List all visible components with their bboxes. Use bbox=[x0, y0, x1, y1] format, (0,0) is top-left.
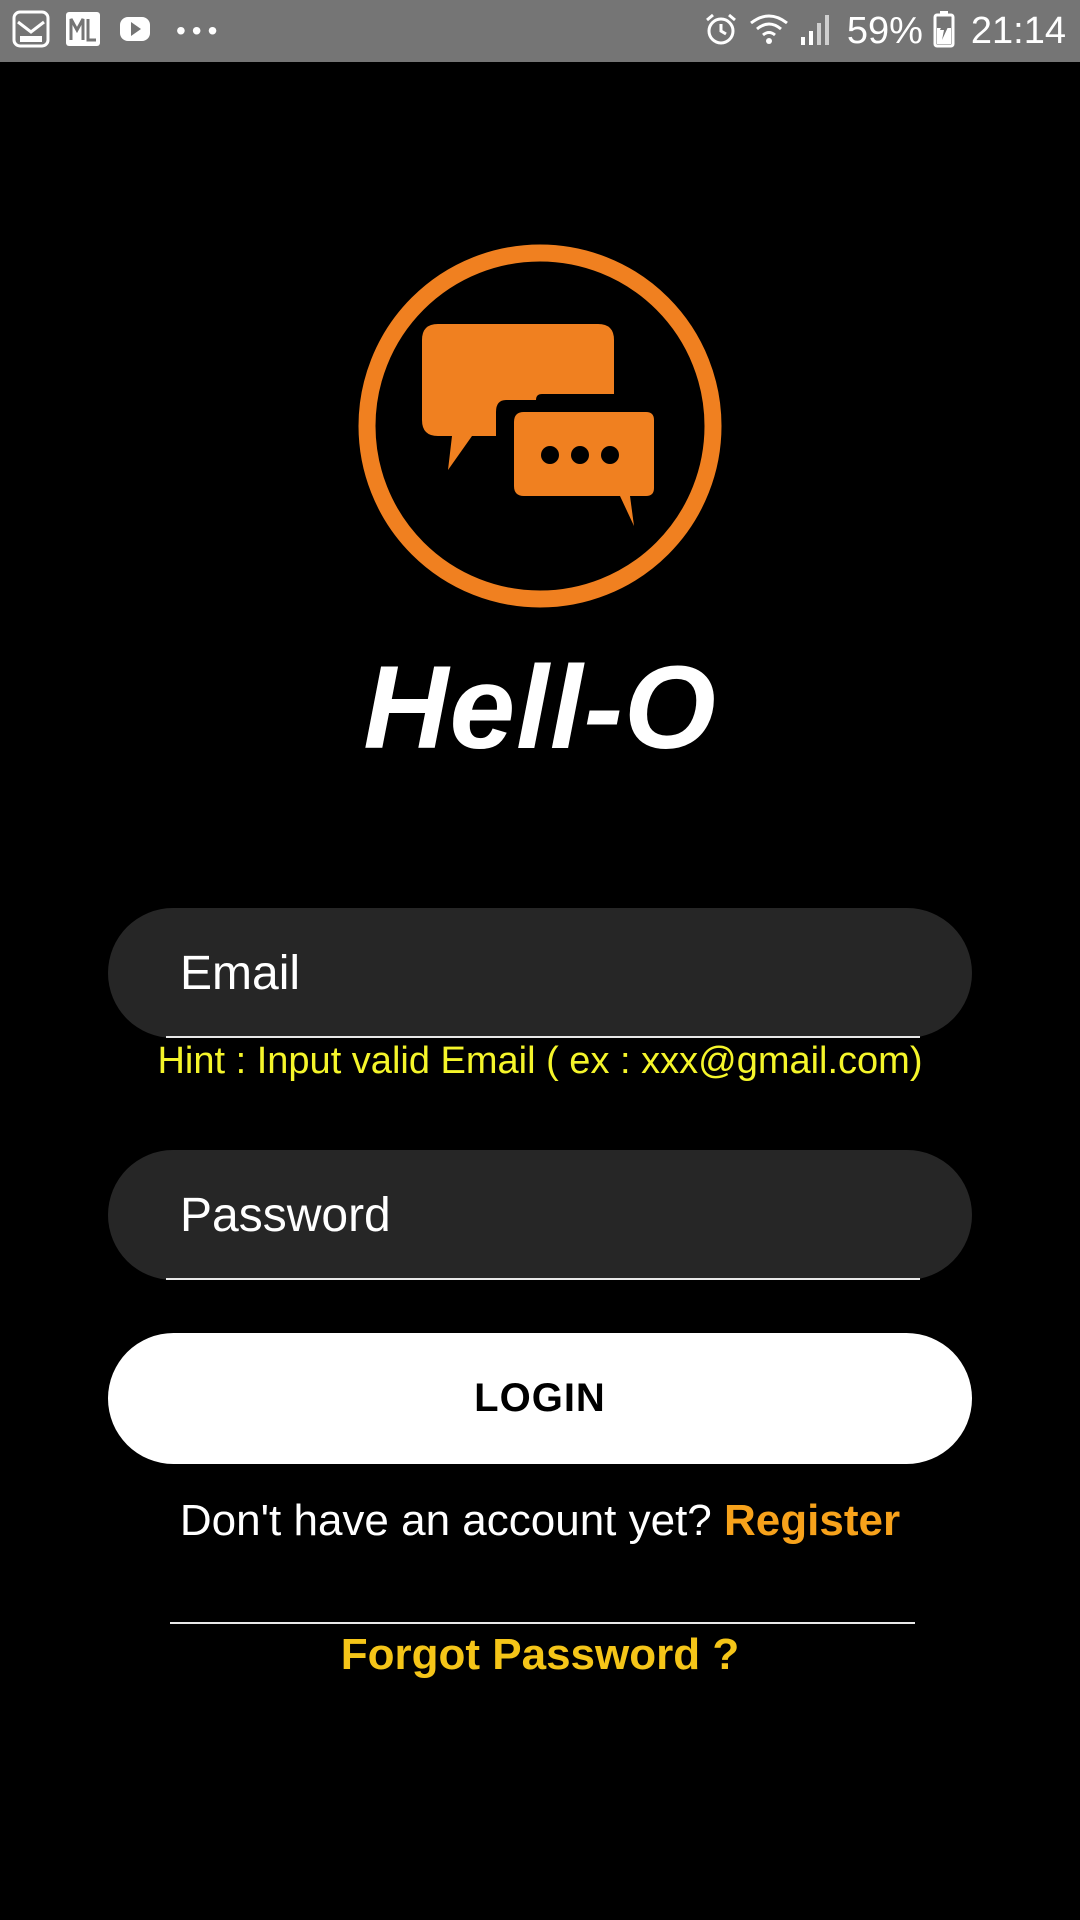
email-hint: Hint : Input valid Email ( ex : xxx@gmai… bbox=[157, 1040, 923, 1082]
email-input[interactable] bbox=[178, 928, 918, 1018]
forgot-password-link[interactable]: Forgot Password ? bbox=[0, 1630, 1080, 1680]
notification-icons: ••• bbox=[12, 10, 223, 52]
chat-bubbles-icon bbox=[358, 244, 722, 608]
battery-charging-icon bbox=[933, 10, 955, 53]
clock: 21:14 bbox=[970, 9, 1066, 52]
password-field[interactable] bbox=[108, 1150, 972, 1280]
divider bbox=[170, 1622, 915, 1624]
password-input[interactable] bbox=[178, 1170, 918, 1260]
battery-percent: 59% bbox=[846, 9, 923, 52]
register-prompt: Don't have an account yet? bbox=[179, 1496, 724, 1545]
wifi-icon bbox=[747, 11, 791, 52]
app-title: Hell-O bbox=[363, 642, 717, 774]
app-logo bbox=[358, 244, 722, 608]
media-play-icon bbox=[116, 10, 154, 53]
status-bar: ••• 59% 21:14 bbox=[0, 0, 1080, 62]
ml-app-icon bbox=[64, 10, 102, 53]
more-notifications-icon: ••• bbox=[176, 15, 224, 46]
register-link[interactable]: Register bbox=[724, 1496, 900, 1545]
password-underline bbox=[166, 1278, 920, 1280]
alarm-icon bbox=[703, 11, 739, 52]
email-field[interactable] bbox=[108, 908, 972, 1038]
email-underline bbox=[166, 1036, 920, 1038]
real-drum-icon bbox=[12, 10, 50, 53]
register-row: Don't have an account yet? Register bbox=[0, 1496, 1080, 1546]
login-button[interactable]: LOGIN bbox=[108, 1333, 972, 1464]
system-status: 59% 21:14 bbox=[703, 8, 1066, 54]
signal-icon bbox=[799, 11, 833, 52]
